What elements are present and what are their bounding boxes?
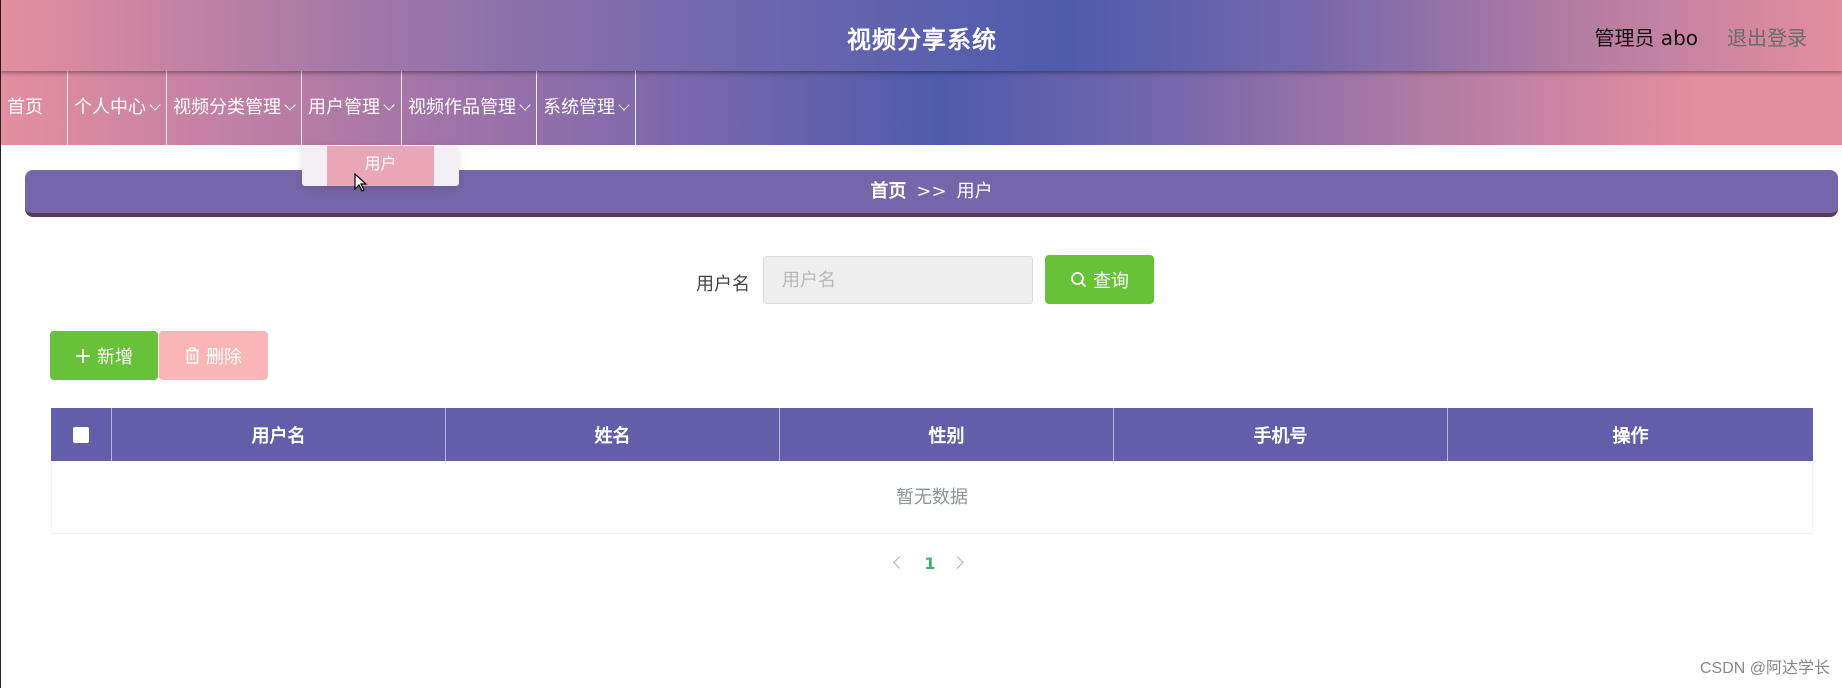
top-header: 视频分享系统 管理员 abo 退出登录 bbox=[1, 0, 1842, 71]
dropdown-item-user[interactable]: 用户 bbox=[327, 146, 434, 186]
nav-item-label: 视频作品管理 bbox=[408, 97, 516, 118]
breadcrumb: 首页 >> 用户 bbox=[25, 170, 1838, 217]
delete-button[interactable]: 删除 bbox=[159, 331, 268, 380]
table-empty-text: 暂无数据 bbox=[51, 461, 1813, 534]
nav-item-label: 系统管理 bbox=[543, 97, 615, 118]
page-number-current[interactable]: 1 bbox=[915, 554, 945, 573]
logout-link[interactable]: 退出登录 bbox=[1727, 22, 1807, 51]
nav-item-label: 首页 bbox=[7, 97, 43, 118]
delete-button-label: 删除 bbox=[206, 346, 242, 368]
app-title: 视频分享系统 bbox=[847, 26, 997, 54]
nav-item-home[interactable]: 首页 bbox=[1, 71, 68, 145]
mouse-cursor-icon bbox=[354, 173, 368, 192]
column-header-gender: 性别 bbox=[780, 408, 1114, 461]
chevron-down-icon bbox=[284, 99, 296, 111]
plus-icon bbox=[76, 348, 90, 363]
table-header: 用户名 姓名 性别 手机号 操作 bbox=[51, 408, 1813, 461]
nav-item-user-management[interactable]: 用户管理 bbox=[302, 71, 402, 145]
nav-item-label: 个人中心 bbox=[74, 97, 146, 118]
chevron-down-icon bbox=[618, 99, 630, 111]
select-all-cell bbox=[51, 408, 112, 461]
select-all-checkbox[interactable] bbox=[73, 426, 89, 443]
search-label: 用户名 bbox=[696, 274, 750, 295]
nav-item-personal-center[interactable]: 个人中心 bbox=[68, 71, 167, 145]
breadcrumb-separator: >> bbox=[916, 181, 947, 202]
nav-item-system[interactable]: 系统管理 bbox=[537, 71, 636, 145]
add-button[interactable]: 新增 bbox=[50, 331, 158, 380]
search-icon bbox=[1071, 272, 1086, 287]
add-button-label: 新增 bbox=[97, 346, 133, 368]
watermark: CSDN @阿达学长 bbox=[1699, 660, 1830, 677]
user-management-dropdown: 用户 bbox=[302, 146, 459, 186]
search-button[interactable]: 查询 bbox=[1045, 255, 1154, 304]
current-user-label: 管理员 abo bbox=[1594, 26, 1698, 50]
nav-item-video-category[interactable]: 视频分类管理 bbox=[167, 71, 302, 145]
column-header-name: 姓名 bbox=[446, 408, 780, 461]
column-header-actions: 操作 bbox=[1612, 425, 1649, 447]
column-header-username: 用户名 bbox=[112, 408, 446, 461]
username-search-input[interactable] bbox=[763, 256, 1033, 304]
search-button-label: 查询 bbox=[1093, 270, 1129, 292]
nav-item-label: 视频分类管理 bbox=[173, 97, 281, 118]
nav-item-video-works[interactable]: 视频作品管理 bbox=[402, 71, 537, 145]
nav-item-label: 用户管理 bbox=[308, 97, 380, 118]
breadcrumb-home[interactable]: 首页 bbox=[870, 181, 906, 202]
pagination: 1 bbox=[885, 550, 975, 576]
chevron-down-icon bbox=[149, 99, 161, 111]
chevron-down-icon bbox=[519, 99, 531, 111]
trash-icon bbox=[186, 347, 199, 364]
next-page-icon[interactable] bbox=[945, 550, 975, 576]
chevron-down-icon bbox=[383, 99, 395, 111]
breadcrumb-current: 用户 bbox=[956, 181, 993, 202]
prev-page-icon[interactable] bbox=[885, 550, 915, 576]
column-header-phone: 手机号 bbox=[1114, 408, 1448, 461]
user-table: 用户名 姓名 性别 手机号 操作 暂无数据 bbox=[51, 408, 1813, 534]
main-nav: 首页 个人中心 视频分类管理 用户管理 视频作品管理 系统管理 bbox=[1, 71, 1842, 145]
